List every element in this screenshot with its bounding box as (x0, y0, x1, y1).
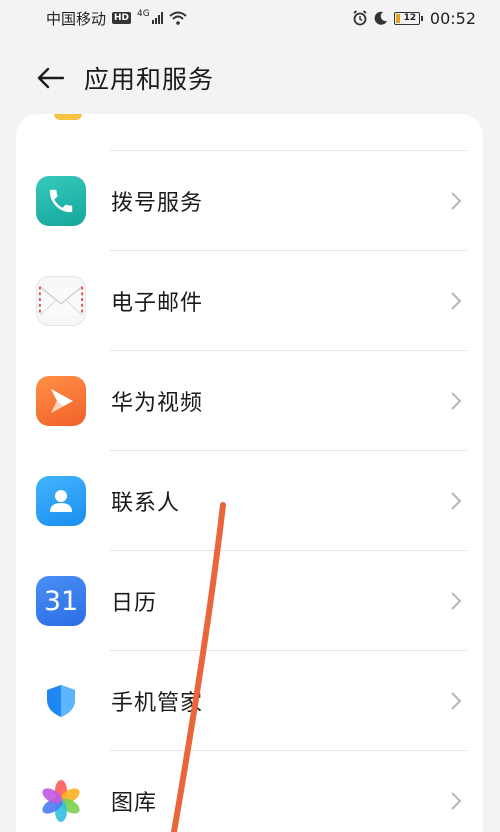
status-bar: 中国移动 HD 4G 12 00:52 (0, 0, 500, 36)
list-item-label: 手机管家 (111, 691, 204, 716)
network-type: 4G (137, 9, 150, 19)
list-item-label: 华为视频 (111, 391, 204, 416)
list-item-label: 图库 (111, 791, 158, 816)
alarm-icon (353, 10, 367, 26)
back-button[interactable] (30, 58, 70, 98)
status-left: 中国移动 HD 4G (46, 8, 187, 29)
video-icon (36, 376, 86, 426)
chevron-right-icon (451, 292, 462, 310)
moon-icon (374, 11, 387, 25)
page-title: 应用和服务 (84, 65, 215, 94)
list-item-label: 日历 (111, 591, 158, 616)
partial-app-icon (54, 114, 82, 120)
arrow-left-icon (37, 67, 65, 89)
list-item-video[interactable]: 华为视频 (16, 351, 483, 451)
list-item-dialer[interactable]: 拨号服务 (16, 151, 483, 251)
chevron-right-icon (451, 492, 462, 510)
chevron-right-icon (451, 592, 462, 610)
gallery-icon (36, 776, 86, 826)
chevron-right-icon (451, 792, 462, 810)
chevron-right-icon (451, 192, 462, 210)
list-item-gallery[interactable]: 图库 (16, 751, 483, 832)
list-item-partial[interactable] (16, 114, 483, 151)
phone-icon (36, 176, 86, 226)
hd-badge: HD (112, 12, 132, 24)
list-item-label: 电子邮件 (111, 291, 204, 316)
status-time: 00:52 (429, 8, 476, 28)
battery-level: 12 (403, 13, 417, 23)
wifi-icon (169, 11, 187, 25)
email-icon (36, 276, 86, 326)
calendar-icon-text: 31 (43, 585, 79, 617)
carrier-name: 中国移动 (46, 9, 107, 28)
chevron-right-icon (451, 392, 462, 410)
chevron-right-icon (451, 692, 462, 710)
list-item-label: 拨号服务 (111, 191, 204, 216)
apps-card: 拨号服务 电子邮件 华为视频 联系人 31 日历 手机管家 图库 (16, 114, 483, 832)
list-item-phone-manager[interactable]: 手机管家 (16, 651, 483, 751)
apps-list: 拨号服务 电子邮件 华为视频 联系人 31 日历 手机管家 图库 (16, 151, 483, 832)
shield-icon (36, 676, 86, 726)
list-item-contacts[interactable]: 联系人 (16, 451, 483, 551)
title-bar: 应用和服务 (0, 50, 500, 106)
status-right: 12 00:52 (352, 9, 476, 28)
list-item-email[interactable]: 电子邮件 (16, 251, 483, 351)
list-item-calendar[interactable]: 31 日历 (16, 551, 483, 651)
battery-icon: 12 (393, 11, 423, 25)
calendar-icon: 31 (36, 576, 86, 626)
contacts-icon (36, 476, 86, 526)
list-item-label: 联系人 (111, 491, 181, 516)
signal-icon (151, 12, 163, 24)
